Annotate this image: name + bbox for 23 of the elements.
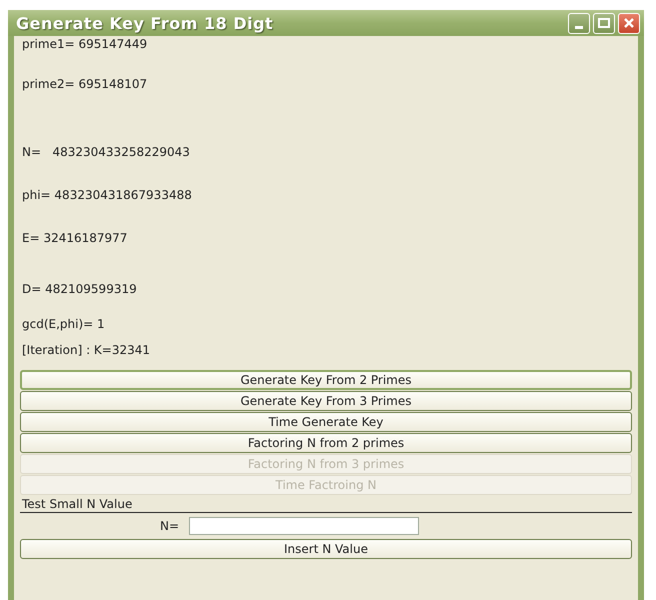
minimize-icon bbox=[575, 26, 583, 28]
n-input-field[interactable] bbox=[189, 517, 420, 535]
result-text: prime2= 695148107 bbox=[21, 76, 148, 92]
result-text: gcd(E,phi)= 1 bbox=[21, 316, 106, 332]
minimize-button[interactable] bbox=[568, 12, 590, 34]
action-button[interactable]: Factoring N from 2 primes bbox=[20, 433, 632, 453]
close-button[interactable] bbox=[618, 12, 640, 34]
action-button[interactable]: Time Generate Key bbox=[20, 412, 632, 432]
maximize-icon bbox=[598, 18, 610, 28]
section-heading: Test Small N Value bbox=[21, 496, 134, 512]
maximize-button[interactable] bbox=[593, 12, 615, 34]
result-text: prime1= 695147449 bbox=[21, 36, 148, 52]
action-button[interactable]: Generate Key From 3 Primes bbox=[20, 391, 632, 411]
insert-button[interactable]: Insert N Value bbox=[20, 539, 632, 559]
result-text: E= 32416187977 bbox=[21, 230, 128, 246]
field-label: N= bbox=[160, 519, 180, 533]
close-icon bbox=[623, 17, 635, 29]
action-button[interactable]: Generate Key From 2 Primes bbox=[20, 370, 632, 390]
result-text: [Iteration] : K=32341 bbox=[21, 342, 152, 358]
result-text: D= 482109599319 bbox=[21, 281, 138, 297]
window-title: Generate Key From 18 Digt bbox=[16, 14, 274, 32]
result-text: phi= 483230431867933488 bbox=[21, 187, 193, 203]
result-text: N= 483230433258229043 bbox=[21, 144, 191, 160]
